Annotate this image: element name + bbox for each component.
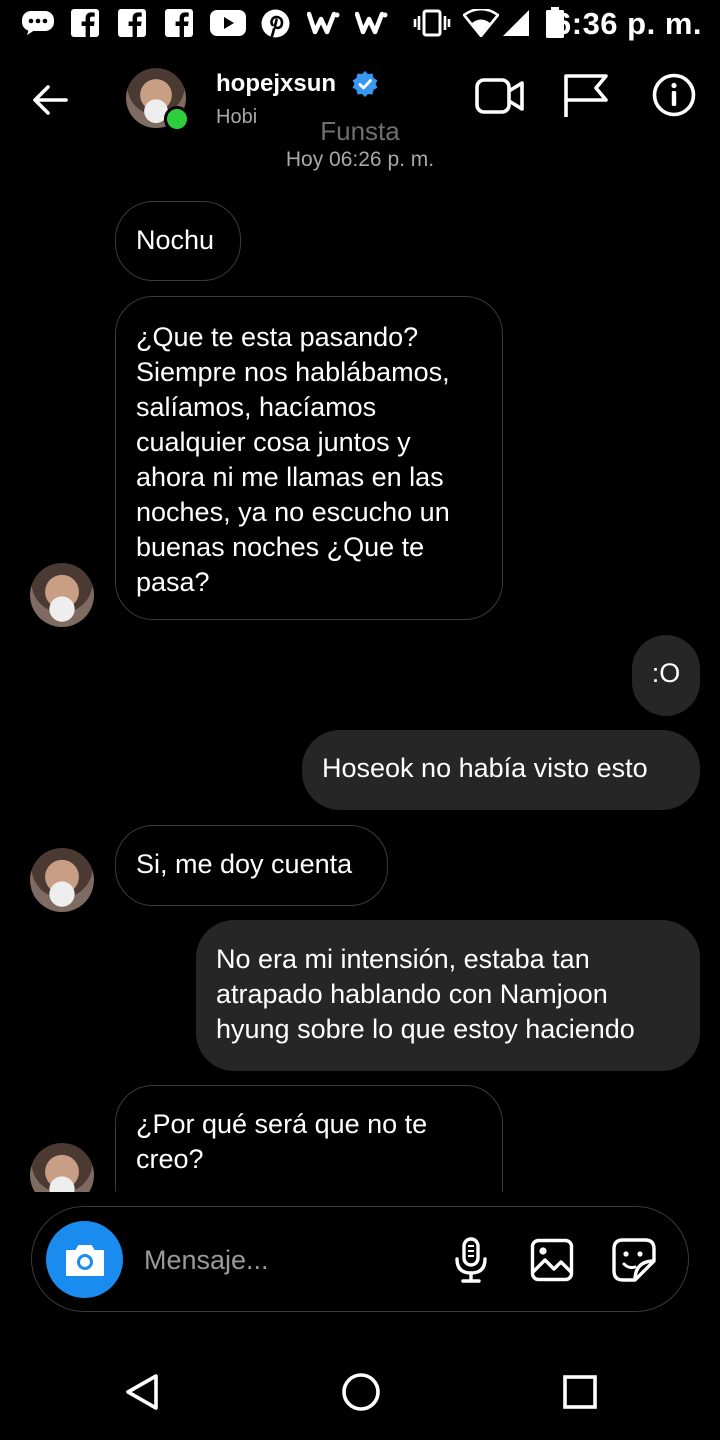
camera-button[interactable] <box>46 1221 123 1298</box>
signal-icon <box>502 8 530 38</box>
message-text: Nochu <box>136 225 215 255</box>
message-bubble-incoming[interactable]: ¿Por qué será que no te creo? <box>115 1085 503 1192</box>
message-text: ¿Que te esta pasando? Siempre nos habláb… <box>136 322 450 597</box>
vibrate-icon <box>412 8 452 38</box>
message-bubble-outgoing[interactable]: Hoseok no había visto esto <box>302 730 700 810</box>
conversation-timestamp: Hoy 06:26 p. m. <box>285 148 435 171</box>
wifi-icon <box>463 8 499 38</box>
message-bubble-outgoing[interactable]: No era mi intensión, estaba tan atrapado… <box>196 920 700 1071</box>
flag-icon[interactable] <box>562 72 610 120</box>
sender-avatar[interactable] <box>30 1143 94 1192</box>
conversation-label: Funsta <box>320 116 400 146</box>
facebook-icon <box>117 8 147 38</box>
microphone-icon[interactable] <box>448 1237 494 1283</box>
facebook-icon <box>164 8 194 38</box>
message-text: Si, me doy cuenta <box>136 849 353 879</box>
message-bubble-incoming[interactable]: Si, me doy cuenta <box>115 825 388 906</box>
message-bubble-incoming[interactable]: ¿Que te esta pasando? Siempre nos habláb… <box>115 296 503 620</box>
message-input[interactable] <box>144 1241 434 1279</box>
message-text: ¿Por qué será que no te creo? <box>136 1109 428 1174</box>
facebook-icon <box>70 8 100 38</box>
sticker-icon[interactable] <box>611 1237 657 1283</box>
message-composer <box>31 1206 689 1312</box>
pinterest-icon <box>260 8 290 38</box>
w-app-icon <box>354 8 390 38</box>
chat-bubble-icon <box>20 8 56 38</box>
sender-avatar[interactable] <box>30 563 94 627</box>
message-text: No era mi intensión, estaba tan atrapado… <box>216 944 635 1044</box>
camera-icon <box>65 1244 104 1276</box>
message-bubble-outgoing[interactable]: :O <box>632 635 700 716</box>
verified-badge-icon <box>351 70 379 98</box>
back-arrow-icon[interactable] <box>30 80 70 120</box>
w-app-icon <box>306 8 342 38</box>
home-circle-icon[interactable] <box>339 1370 383 1414</box>
gallery-icon[interactable] <box>529 1237 575 1283</box>
username[interactable]: hopejxsun <box>216 70 336 98</box>
video-call-icon[interactable] <box>474 74 526 118</box>
status-time: 6:36 p. m. <box>554 6 702 41</box>
message-text: Hoseok no había visto esto <box>322 753 648 783</box>
youtube-icon <box>210 8 246 38</box>
info-icon[interactable] <box>652 73 696 117</box>
navigation-bar <box>0 1340 720 1440</box>
message-bubble-incoming[interactable]: Nochu <box>115 201 241 281</box>
status-bar: 6:36 p. m. <box>0 0 720 50</box>
back-triangle-icon[interactable] <box>120 1370 164 1414</box>
sender-avatar[interactable] <box>30 848 94 912</box>
message-text: :O <box>651 658 681 688</box>
recents-square-icon[interactable] <box>558 1370 602 1414</box>
message-list[interactable]: Nochu ¿Que te esta pasando? Siempre nos … <box>0 190 720 1192</box>
